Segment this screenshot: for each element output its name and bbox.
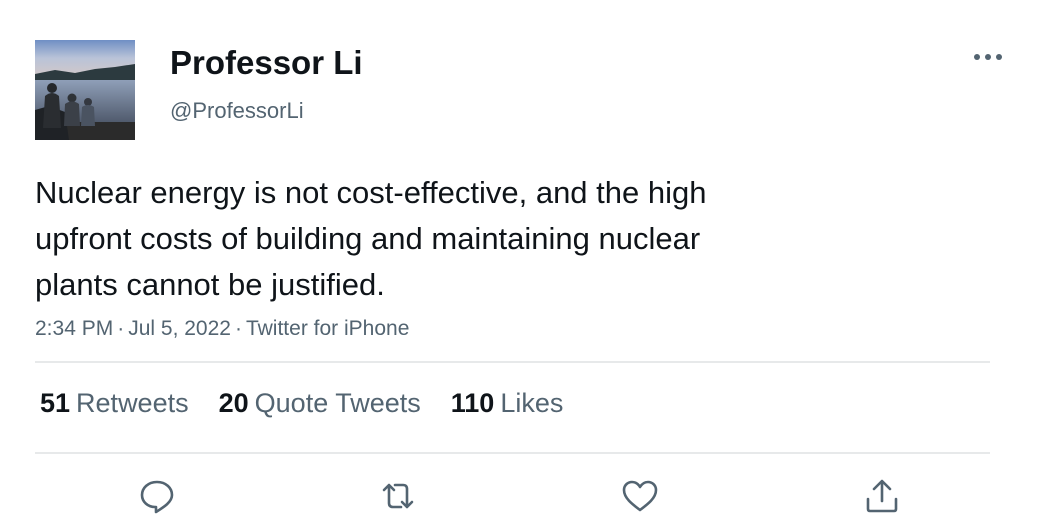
tweet-metadata: 2:34 PM · Jul 5, 2022 · Twitter for iPhone [35, 317, 409, 341]
divider [35, 361, 990, 363]
reply-icon[interactable] [137, 476, 177, 516]
divider [35, 452, 990, 454]
separator: · [117, 317, 125, 340]
share-icon[interactable] [862, 476, 902, 516]
tweet-text: Nuclear energy is not cost-effective, an… [35, 175, 707, 302]
likes-stat[interactable]: 110 Likes [451, 388, 564, 419]
tweet-source[interactable]: Twitter for iPhone [246, 317, 409, 340]
tweet-date[interactable]: Jul 5, 2022 [128, 317, 231, 340]
retweets-count: 51 [40, 388, 71, 418]
like-icon[interactable] [620, 476, 660, 516]
likes-label: Likes [500, 388, 564, 418]
quote-tweets-label: Quote Tweets [254, 388, 421, 418]
quote-tweets-stat[interactable]: 20 Quote Tweets [219, 388, 421, 419]
more-options-icon[interactable] [970, 46, 1006, 68]
tweet-time[interactable]: 2:34 PM [35, 317, 113, 340]
retweet-icon[interactable] [378, 476, 418, 516]
profile-photo-icon [35, 40, 135, 140]
likes-count: 110 [450, 388, 495, 418]
tweet-stats: 51 Retweets 20 Quote Tweets 110 Likes [40, 388, 563, 419]
separator: · [234, 317, 242, 340]
retweets-stat[interactable]: 51 Retweets [40, 388, 189, 419]
display-name[interactable]: Professor Li [170, 44, 363, 82]
user-handle[interactable]: @ProfessorLi [170, 98, 304, 124]
quote-tweets-count: 20 [218, 388, 249, 418]
tweet-card: Professor Li @ProfessorLi Nuclear energy… [0, 0, 1050, 525]
retweets-label: Retweets [76, 388, 189, 418]
avatar[interactable] [35, 40, 135, 140]
